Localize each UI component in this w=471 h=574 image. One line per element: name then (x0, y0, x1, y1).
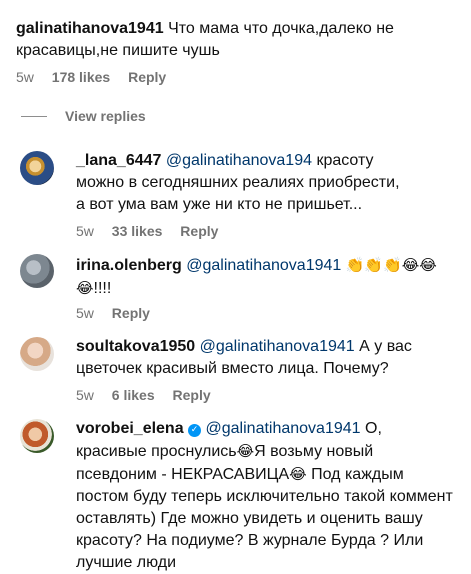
mention-link[interactable]: @galinatihanova1941 (186, 257, 341, 274)
laugh-emoji: 😂 (289, 465, 307, 483)
clap-laugh-emoji: 👏👏👏😂😂 (345, 256, 437, 274)
view-replies-button[interactable]: View replies (65, 107, 146, 125)
likes-count[interactable]: 178 likes (52, 69, 110, 85)
verified-badge-icon: ✓ (188, 424, 202, 437)
comment-time: 5w (76, 387, 94, 403)
reply-button[interactable]: Reply (180, 223, 218, 239)
comment-text-5: vorobei_elena ✓ @galinatihanova1941 О, к… (76, 418, 456, 574)
laugh-emoji: 😂 (236, 442, 255, 460)
comment-username[interactable]: vorobei_elena (76, 420, 184, 437)
comment-time: 5w (16, 69, 34, 85)
comment-meta-3: 5w Reply (76, 304, 150, 322)
comment-body: !!!! (93, 280, 112, 297)
likes-count[interactable]: 6 likes (112, 387, 155, 403)
comment-time: 5w (76, 305, 94, 321)
comment-username[interactable]: galinatihanova1941 (16, 20, 164, 37)
avatar[interactable] (20, 419, 54, 453)
comment-text-3: irina.olenberg @galinatihanova1941 👏👏👏😂😂… (76, 254, 456, 300)
comment-meta-1: 5w 178 likes Reply (16, 68, 166, 86)
mention-link[interactable]: @galinatihanova1941 (200, 338, 355, 355)
comment-username[interactable]: irina.olenberg (76, 257, 182, 274)
avatar[interactable] (20, 151, 54, 185)
avatar[interactable] (20, 337, 54, 371)
comment-time: 5w (76, 223, 94, 239)
comment-text-2: _lana_6447 @galinatihanova194 красоту мо… (76, 150, 406, 216)
mention-link[interactable]: @galinatihanova1941 (206, 420, 361, 437)
laugh-emoji: 😂 (76, 279, 94, 297)
comment-meta-2: 5w 33 likes Reply (76, 222, 218, 240)
comment-username[interactable]: soultakova1950 (76, 338, 195, 355)
reply-button[interactable]: Reply (128, 69, 166, 85)
comment-meta-4: 5w 6 likes Reply (76, 386, 211, 404)
comment-username[interactable]: _lana_6447 (76, 152, 161, 169)
reply-button[interactable]: Reply (173, 387, 211, 403)
avatar[interactable] (20, 254, 54, 288)
comment-text-4: soultakova1950 @galinatihanova1941 А у в… (76, 336, 436, 380)
likes-count[interactable]: 33 likes (112, 223, 163, 239)
reply-button[interactable]: Reply (112, 305, 150, 321)
view-replies-divider (21, 116, 47, 117)
comment-text-1: galinatihanova1941 Что мама что дочка,да… (16, 18, 456, 62)
mention-link[interactable]: @galinatihanova194 (166, 152, 312, 169)
